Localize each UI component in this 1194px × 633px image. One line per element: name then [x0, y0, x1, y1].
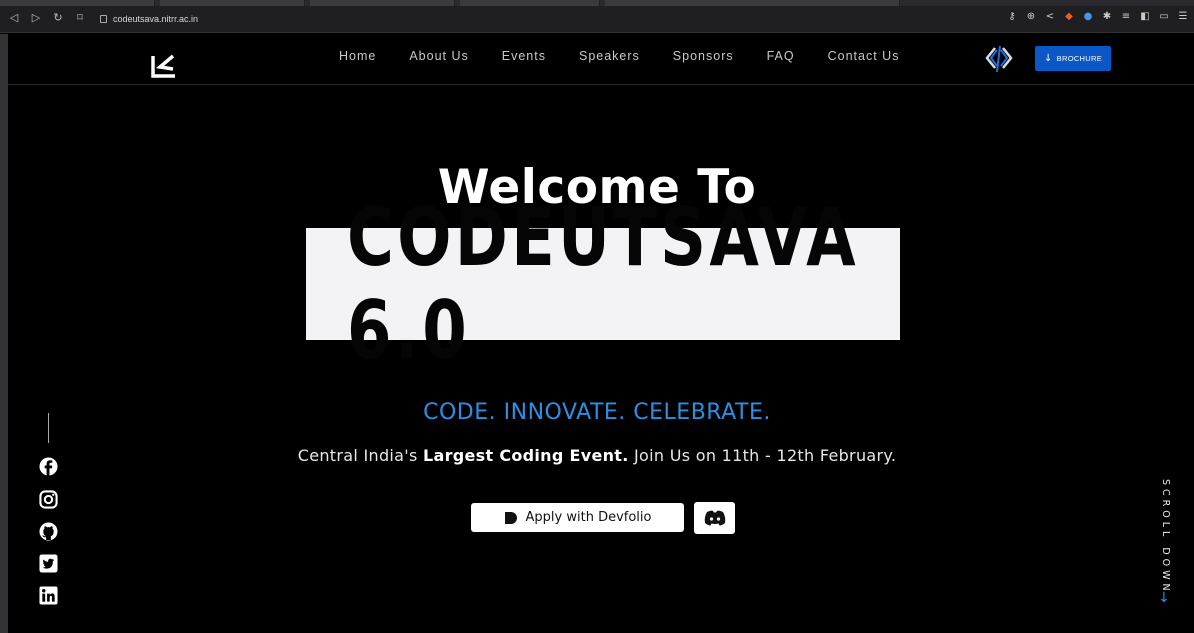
- subline-prefix: Central India's: [297, 446, 423, 465]
- facebook-icon[interactable]: [39, 457, 58, 476]
- address-bar[interactable]: codeutsava.nitrr.ac.in: [96, 11, 916, 27]
- reload-icon[interactable]: ↻: [52, 12, 64, 24]
- codeutsava-logo[interactable]: [149, 50, 179, 80]
- nav-faq[interactable]: FAQ: [767, 49, 795, 63]
- brochure-label: BROCHURE: [1056, 54, 1102, 63]
- nav-home[interactable]: Home: [339, 49, 376, 63]
- browser-extensions: ⚷ ⊕ < ◆ ● ✱ ≡ ◧ ▭ ☰: [1007, 12, 1188, 22]
- social-divider: [48, 413, 49, 443]
- club-logo-icon[interactable]: [983, 44, 1015, 74]
- tab-strip: [0, 0, 1194, 6]
- lock-icon: [100, 15, 107, 23]
- browser-tab[interactable]: [160, 0, 305, 6]
- brochure-button[interactable]: ↓ BROCHURE: [1035, 46, 1111, 71]
- wallet-icon[interactable]: ▭: [1159, 12, 1169, 22]
- brave-shield-icon[interactable]: ◆: [1064, 12, 1074, 22]
- devfolio-label: Apply with Devfolio: [525, 510, 652, 525]
- puzzle-icon[interactable]: ✱: [1102, 12, 1112, 22]
- devfolio-icon: [504, 511, 517, 524]
- nav-contact-us[interactable]: Contact Us: [828, 49, 900, 63]
- site-header: Home About Us Events Speakers Sponsors F…: [8, 34, 1194, 85]
- key-icon[interactable]: ⚷: [1007, 12, 1017, 22]
- nav-events[interactable]: Events: [502, 49, 546, 63]
- tagline: CODE. INNOVATE. CELEBRATE.: [423, 400, 771, 425]
- playlist-icon[interactable]: ≡: [1121, 12, 1131, 22]
- url-text: codeutsava.nitrr.ac.in: [113, 14, 199, 24]
- browser-tab[interactable]: [0, 0, 155, 6]
- scroll-down-arrow-icon[interactable]: ↓: [1158, 590, 1170, 606]
- menu-icon[interactable]: ☰: [1178, 12, 1188, 22]
- bookmark-icon[interactable]: ⌑: [74, 12, 86, 24]
- browser-nav-buttons: ◁ ▷ ↻ ⌑: [8, 12, 86, 24]
- linkedin-icon[interactable]: [39, 586, 58, 605]
- nav-about-us[interactable]: About Us: [409, 49, 468, 63]
- discord-icon: [704, 510, 725, 526]
- twitter-icon[interactable]: [39, 554, 58, 573]
- event-title-box: CODEUTSAVA 6.0: [306, 191, 900, 377]
- browser-toolbar: ◁ ▷ ↻ ⌑ codeutsava.nitrr.ac.in ⚷ ⊕ < ◆ ●…: [0, 0, 1194, 33]
- share-icon[interactable]: <: [1045, 12, 1055, 22]
- nav-speakers[interactable]: Speakers: [579, 49, 640, 63]
- sidebar-icon[interactable]: ◧: [1140, 12, 1150, 22]
- event-description: Central India's Largest Coding Event. Jo…: [0, 446, 1194, 465]
- forward-icon[interactable]: ▷: [30, 12, 42, 24]
- download-arrow-icon: ↓: [1043, 53, 1053, 64]
- left-gutter: [0, 34, 8, 633]
- scroll-down-label[interactable]: SCROLL DOWN: [1157, 479, 1171, 595]
- discord-button[interactable]: [694, 502, 735, 534]
- instagram-icon[interactable]: [39, 490, 58, 509]
- nav-sponsors[interactable]: Sponsors: [673, 49, 734, 63]
- browser-tab[interactable]: [310, 0, 455, 6]
- github-icon[interactable]: [39, 522, 58, 541]
- zoom-icon[interactable]: ⊕: [1026, 12, 1036, 22]
- main-nav: Home About Us Events Speakers Sponsors F…: [339, 49, 932, 63]
- subline-bold: Largest Coding Event.: [422, 446, 629, 465]
- apply-devfolio-button[interactable]: Apply with Devfolio: [471, 503, 684, 532]
- back-icon[interactable]: ◁: [8, 12, 20, 24]
- extension-icon[interactable]: ●: [1083, 12, 1093, 22]
- subline-suffix: Join Us on 11th - 12th February.: [628, 446, 897, 465]
- browser-tab[interactable]: [605, 0, 900, 6]
- event-title: CODEUTSAVA 6.0: [347, 191, 859, 377]
- browser-tab[interactable]: [460, 0, 600, 6]
